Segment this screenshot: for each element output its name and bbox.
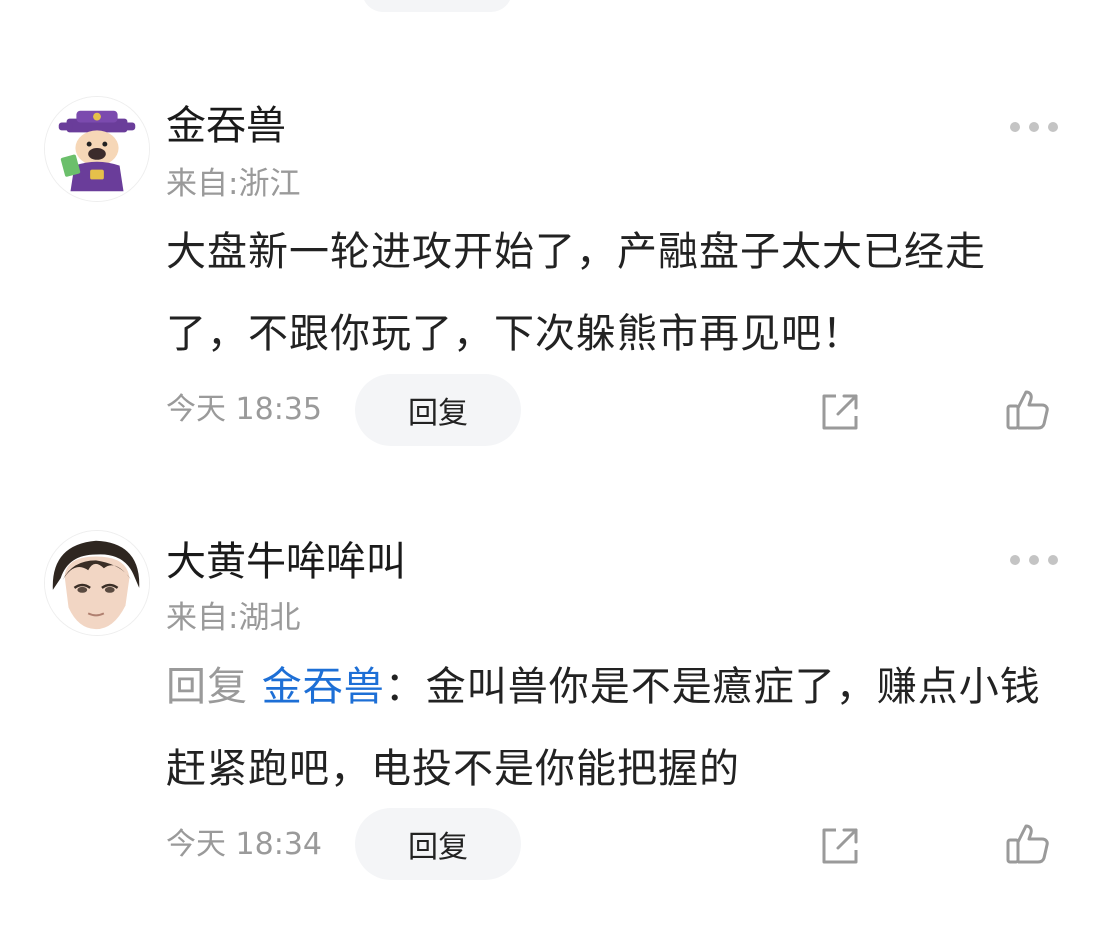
- comment-username[interactable]: 大黄牛哞哞叫: [166, 538, 406, 586]
- avatar-image: [45, 531, 149, 635]
- mention-link[interactable]: 金吞兽: [262, 664, 385, 710]
- comment-text: 大盘新一轮进攻开始了，产融盘子太大已经走了，不跟你玩了，下次躲熊市再见吧！: [166, 229, 986, 357]
- avatar[interactable]: [44, 96, 150, 202]
- share-icon[interactable]: [816, 388, 864, 436]
- thumbs-up-icon[interactable]: [1004, 386, 1052, 434]
- avatar[interactable]: [44, 530, 150, 636]
- comment-username[interactable]: 金吞兽: [166, 102, 286, 150]
- comment-location: 来自:浙江: [166, 166, 301, 202]
- comment-location: 来自:湖北: [166, 600, 301, 636]
- comment-text: 回复 金吞兽：金叫兽你是不是癔症了，赚点小钱赶紧跑吧，电投不是你能把握的: [166, 646, 1046, 810]
- more-icon[interactable]: [1010, 120, 1058, 134]
- reply-button[interactable]: 回复: [355, 374, 521, 446]
- comment-time: 今天 18:34: [166, 827, 322, 862]
- reply-button[interactable]: 回复: [355, 808, 521, 880]
- thumbs-up-icon[interactable]: [1004, 820, 1052, 868]
- reply-prefix: 回复: [166, 664, 248, 710]
- share-icon[interactable]: [816, 822, 864, 870]
- previous-reply-button[interactable]: [362, 0, 512, 12]
- comment-time: 今天 18:35: [166, 392, 322, 427]
- more-icon[interactable]: [1010, 553, 1058, 567]
- avatar-image: [45, 97, 149, 201]
